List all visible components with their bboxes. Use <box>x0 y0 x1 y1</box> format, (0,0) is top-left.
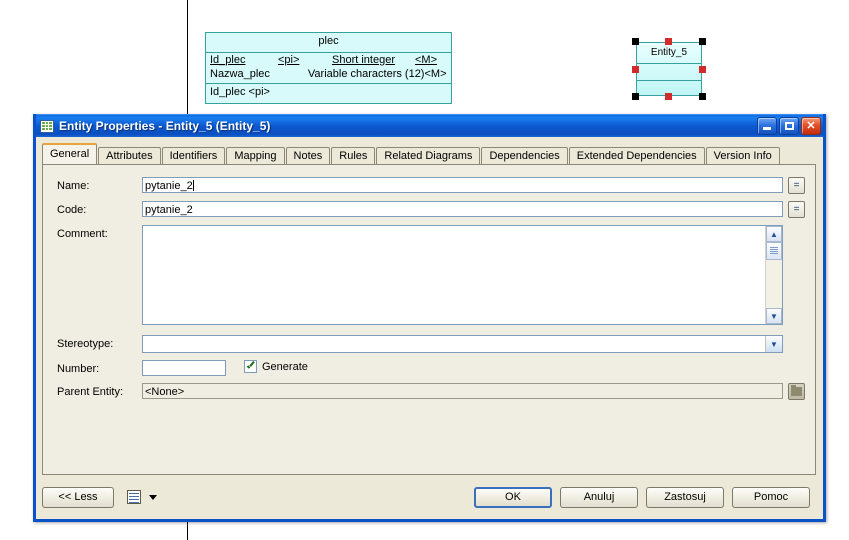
entity-5-selection[interactable]: Entity_5 <box>632 38 706 100</box>
general-tab-panel: Name: pytanie_2 = Code: pytanie_2 = Comm… <box>42 164 816 475</box>
dialog-titlebar[interactable]: Entity Properties - Entity_5 (Entity_5) … <box>36 114 823 137</box>
comment-label: Comment: <box>57 228 108 240</box>
resize-handle-n[interactable] <box>665 38 672 45</box>
tab-bar: General Attributes Identifiers Mapping N… <box>36 137 823 166</box>
resize-handle-sw[interactable] <box>632 93 639 100</box>
number-label: Number: <box>57 363 100 375</box>
entity-properties-dialog[interactable]: Entity Properties - Entity_5 (Entity_5) … <box>33 114 826 522</box>
code-row: Code: pytanie_2 = <box>57 201 805 218</box>
name-input[interactable]: pytanie_2 <box>142 177 783 193</box>
number-row: Number: Generate <box>57 360 805 376</box>
parent-entity-input[interactable]: <None> <box>142 383 783 399</box>
parent-entity-label: Parent Entity: <box>57 386 124 398</box>
comment-row: Comment: ▲ ▼ <box>57 225 805 325</box>
name-label: Name: <box>57 180 90 192</box>
parent-entity-browse-button[interactable] <box>788 383 805 400</box>
dialog-action-buttons: OK Anuluj Zastosuj Pomoc <box>474 486 816 508</box>
number-input[interactable] <box>142 360 226 376</box>
comment-vertical-scrollbar[interactable]: ▲ ▼ <box>765 226 782 324</box>
resize-handle-ne[interactable] <box>699 38 706 45</box>
attribute-mandatory: <M> <box>415 53 438 66</box>
entity-plec[interactable]: plec Id_plec <pi> Short integer <M> Nazw… <box>205 32 452 104</box>
stereotype-combobox[interactable]: ▼ <box>142 335 783 353</box>
folder-icon <box>791 385 802 396</box>
table-row: Nazwa_plec Variable characters (12) <M> <box>206 68 451 82</box>
dialog-button-bar: << Less OK Anuluj Zastosuj Pomoc <box>42 482 816 512</box>
tab-general[interactable]: General <box>42 143 98 164</box>
entity-plec-identifiers: Id_plec <pi> <box>206 84 451 103</box>
code-input[interactable]: pytanie_2 <box>142 201 783 217</box>
name-row: Name: pytanie_2 = <box>57 177 805 194</box>
parent-entity-row: Parent Entity: <None> <box>57 383 805 400</box>
resize-handle-w[interactable] <box>632 66 639 73</box>
dialog-body: General Attributes Identifiers Mapping N… <box>36 137 823 520</box>
table-row: Id_plec <pi> Short integer <M> <box>206 54 451 68</box>
text-caret <box>192 180 194 191</box>
minimize-button[interactable] <box>757 117 777 135</box>
attribute-identifier: <pi> <box>278 53 300 66</box>
resize-handle-se[interactable] <box>699 93 706 100</box>
code-label: Code: <box>57 204 87 216</box>
less-button[interactable]: << Less <box>42 486 114 508</box>
stereotype-label: Stereotype: <box>57 338 114 350</box>
scroll-down-icon[interactable]: ▼ <box>766 308 782 324</box>
help-button[interactable]: Pomoc <box>732 486 810 508</box>
entity-plec-attributes: Id_plec <pi> Short integer <M> Nazwa_ple… <box>206 53 451 85</box>
stereotype-value <box>143 336 765 352</box>
apply-button[interactable]: Zastosuj <box>646 486 724 508</box>
entity-5-attributes-row <box>637 64 701 81</box>
entity-plec-title: plec <box>206 33 451 53</box>
scrollbar-thumb[interactable] <box>766 242 782 260</box>
attribute-type: Short integer <box>332 53 395 66</box>
check-icon <box>246 362 255 371</box>
list-item: Id_plec <pi> <box>210 86 270 99</box>
close-button[interactable]: ✕ <box>801 117 821 135</box>
resize-handle-nw[interactable] <box>632 38 639 45</box>
attribute-mandatory: <M> <box>424 67 447 80</box>
attribute-name: Id_plec <box>210 53 246 66</box>
table-grid-icon <box>40 119 54 133</box>
chevron-down-icon[interactable]: ▼ <box>765 336 782 352</box>
code-equals-button[interactable]: = <box>788 201 805 218</box>
window-controls: ✕ <box>757 117 821 135</box>
chevron-down-icon[interactable] <box>149 494 157 500</box>
dialog-title: Entity Properties - Entity_5 (Entity_5) <box>59 119 271 133</box>
print-icon[interactable] <box>127 490 141 504</box>
generate-checkbox-wrap[interactable]: Generate <box>244 360 308 373</box>
entity-5-title: Entity_5 <box>637 43 701 64</box>
resize-handle-e[interactable] <box>699 66 706 73</box>
name-equals-button[interactable]: = <box>788 177 805 194</box>
attribute-type: Variable characters (12) <box>307 67 425 80</box>
comment-textarea[interactable]: ▲ ▼ <box>142 225 783 325</box>
comment-text[interactable] <box>143 226 765 324</box>
resize-handle-s[interactable] <box>665 93 672 100</box>
generate-checkbox[interactable] <box>244 360 257 373</box>
generate-label: Generate <box>262 360 308 373</box>
stereotype-row: Stereotype: ▼ <box>57 335 805 353</box>
cancel-button[interactable]: Anuluj <box>560 486 638 508</box>
ok-button[interactable]: OK <box>474 486 552 508</box>
attribute-name: Nazwa_plec <box>210 67 270 80</box>
name-input-value: pytanie_2 <box>145 180 193 192</box>
entity-general-form: Name: pytanie_2 = Code: pytanie_2 = Comm… <box>43 165 815 474</box>
entity-5[interactable]: Entity_5 <box>636 42 702 96</box>
scroll-up-icon[interactable]: ▲ <box>766 226 782 242</box>
maximize-button[interactable] <box>779 117 799 135</box>
scrollbar-track[interactable] <box>766 260 782 308</box>
